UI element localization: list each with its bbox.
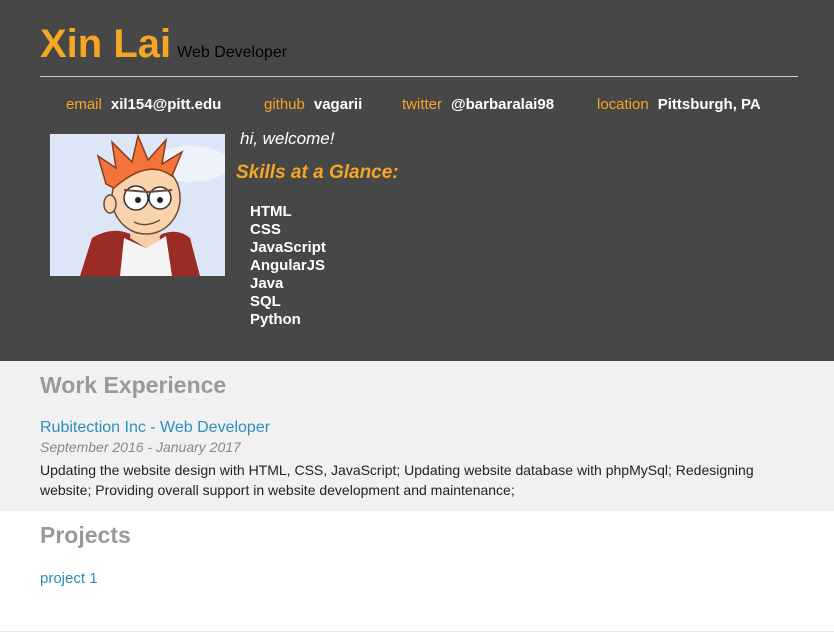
skills-list: HTML CSS JavaScript AngularJS Java SQL P… [250, 203, 326, 329]
header-divider [40, 76, 798, 77]
skill-item: HTML [250, 203, 292, 220]
skill-item: Python [250, 311, 301, 328]
projects-section: Projects project 1 [0, 511, 834, 631]
project-link[interactable]: project 1 [40, 570, 98, 587]
job-dates: September 2016 - January 2017 [40, 439, 241, 455]
contact-value: xil154@pitt.edu [110, 96, 222, 113]
skills-title: Skills at a Glance: [236, 162, 399, 183]
skill-item: CSS [250, 221, 281, 238]
contact-label: twitter [402, 96, 443, 113]
contact-label: location [597, 96, 649, 113]
contact-value: vagarii [313, 96, 363, 113]
cartoon-portrait-icon [50, 134, 225, 276]
skill-item: Java [250, 275, 284, 292]
projects-title: Projects [40, 522, 131, 548]
contact-value: Pittsburgh, PA [657, 96, 761, 113]
footer-divider [0, 631, 834, 632]
skill-item: JavaScript [250, 239, 326, 256]
job-title-link[interactable]: Rubitection Inc - Web Developer [40, 419, 270, 437]
contact-email: email xil154@pitt.edu [66, 96, 221, 113]
name-row: Xin Lai Web Developer [40, 22, 287, 66]
work-experience-title: Work Experience [40, 372, 227, 398]
contact-location: location Pittsburgh, PA [597, 96, 761, 113]
skill-item: AngularJS [250, 257, 326, 274]
profile-role: Web Developer [177, 44, 288, 61]
contact-value: @barbaralai98 [451, 96, 555, 113]
contact-label: email [66, 96, 102, 113]
avatar [50, 134, 225, 276]
profile-name: Xin Lai [40, 22, 172, 66]
welcome-text: hi, welcome! [240, 129, 335, 148]
header-section: Xin Lai Web Developer email xil154@pitt.e… [0, 0, 834, 361]
work-experience-section: Work Experience Rubitection Inc - Web De… [0, 361, 834, 511]
contact-label: github [264, 96, 305, 113]
contact-github: github vagarii [264, 96, 362, 113]
contact-twitter: twitter @barbaralai98 [402, 96, 554, 113]
skill-item: SQL [250, 293, 281, 310]
job-description: Updating the website design with HTML, C… [40, 462, 754, 498]
